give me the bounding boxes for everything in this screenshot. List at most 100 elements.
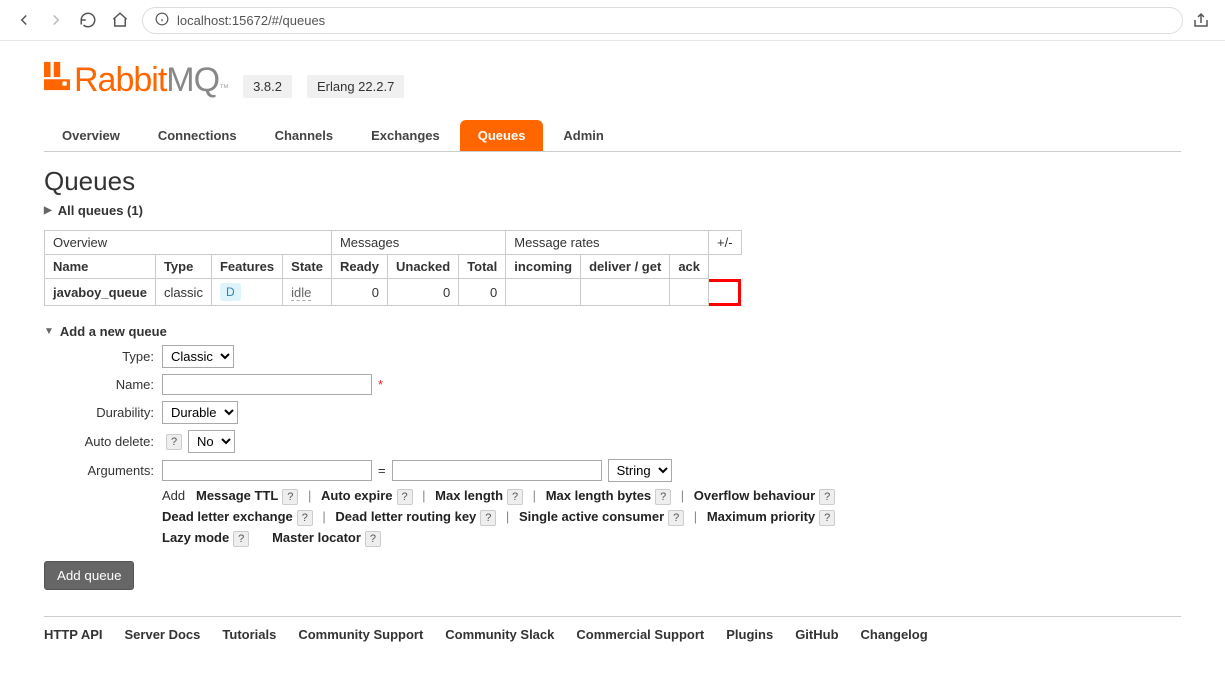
- label-arguments: Arguments:: [44, 463, 154, 478]
- add-queue-header: Add a new queue: [60, 324, 167, 339]
- arg-key-input[interactable]: [162, 460, 372, 481]
- reload-button[interactable]: [74, 6, 102, 34]
- col-deliver[interactable]: deliver / get: [581, 255, 670, 279]
- col-incoming[interactable]: incoming: [506, 255, 581, 279]
- type-select[interactable]: Classic: [162, 345, 234, 368]
- col-type[interactable]: Type: [155, 255, 211, 279]
- group-overview: Overview: [45, 231, 332, 255]
- page-title: Queues: [44, 166, 1181, 197]
- arg-dlrk[interactable]: Dead letter routing key: [335, 509, 476, 524]
- arg-master-locator[interactable]: Master locator: [272, 530, 361, 545]
- forward-button[interactable]: [42, 6, 70, 34]
- arg-type-select[interactable]: String: [608, 459, 672, 482]
- back-button[interactable]: [10, 6, 38, 34]
- help-icon[interactable]: ?: [397, 489, 413, 505]
- help-icon[interactable]: ?: [480, 510, 496, 526]
- queue-incoming: [506, 279, 581, 306]
- help-autodelete[interactable]: ?: [166, 434, 182, 450]
- tab-connections[interactable]: Connections: [140, 120, 255, 151]
- tab-queues[interactable]: Queues: [460, 120, 544, 151]
- help-icon[interactable]: ?: [282, 489, 298, 505]
- footer-changelog[interactable]: Changelog: [861, 627, 928, 642]
- queue-deliver: [581, 279, 670, 306]
- queue-type: classic: [155, 279, 211, 306]
- help-icon[interactable]: ?: [819, 510, 835, 526]
- footer-tutorials[interactable]: Tutorials: [222, 627, 276, 642]
- queue-total: 0: [459, 279, 506, 306]
- col-total[interactable]: Total: [459, 255, 506, 279]
- arg-value-input[interactable]: [392, 460, 602, 481]
- footer-commercial-support[interactable]: Commercial Support: [576, 627, 704, 642]
- footer-community-support[interactable]: Community Support: [298, 627, 423, 642]
- col-state[interactable]: State: [283, 255, 332, 279]
- col-ack[interactable]: ack: [670, 255, 709, 279]
- queue-ack: [670, 279, 709, 306]
- queue-ready: 0: [331, 279, 387, 306]
- label-type: Type:: [44, 349, 154, 364]
- tab-channels[interactable]: Channels: [257, 120, 352, 151]
- help-icon[interactable]: ?: [655, 489, 671, 505]
- arg-single-active[interactable]: Single active consumer: [519, 509, 664, 524]
- add-queue-button[interactable]: Add queue: [44, 561, 134, 590]
- durability-select[interactable]: Durable: [162, 401, 238, 424]
- all-queues-toggle[interactable]: All queues (1): [44, 203, 1181, 218]
- arg-message-ttl[interactable]: Message TTL: [196, 488, 278, 503]
- col-features[interactable]: Features: [211, 255, 282, 279]
- version-badge: 3.8.2: [243, 75, 292, 98]
- main-nav: Overview Connections Channels Exchanges …: [44, 120, 1181, 152]
- arg-overflow[interactable]: Overflow behaviour: [694, 488, 815, 503]
- arg-auto-expire[interactable]: Auto expire: [321, 488, 393, 503]
- col-ready[interactable]: Ready: [331, 255, 387, 279]
- queue-unacked: 0: [387, 279, 458, 306]
- columns-toggle[interactable]: +/-: [709, 231, 742, 255]
- tab-admin[interactable]: Admin: [545, 120, 621, 151]
- durable-badge: D: [220, 283, 241, 301]
- autodelete-select[interactable]: No: [188, 430, 235, 453]
- arg-max-length-bytes[interactable]: Max length bytes: [546, 488, 651, 503]
- label-durability: Durability:: [44, 405, 154, 420]
- all-queues-label: All queues (1): [58, 203, 143, 218]
- arg-add-label: Add: [162, 488, 185, 503]
- help-icon[interactable]: ?: [365, 531, 381, 547]
- col-unacked[interactable]: Unacked: [387, 255, 458, 279]
- help-icon[interactable]: ?: [668, 510, 684, 526]
- footer-server-docs[interactable]: Server Docs: [125, 627, 201, 642]
- help-icon[interactable]: ?: [819, 489, 835, 505]
- tab-overview[interactable]: Overview: [44, 120, 138, 151]
- erlang-badge: Erlang 22.2.7: [307, 75, 404, 98]
- footer-plugins[interactable]: Plugins: [726, 627, 773, 642]
- share-button[interactable]: [1187, 6, 1215, 34]
- footer-github[interactable]: GitHub: [795, 627, 838, 642]
- queue-state: idle: [283, 279, 332, 306]
- add-queue-toggle[interactable]: Add a new queue: [44, 324, 1181, 339]
- arg-max-length[interactable]: Max length: [435, 488, 503, 503]
- col-name[interactable]: Name: [45, 255, 156, 279]
- url-text: localhost:15672/#/queues: [177, 13, 325, 28]
- queue-features: D: [211, 279, 282, 306]
- chevron-right-icon: [44, 205, 52, 216]
- footer-community-slack[interactable]: Community Slack: [445, 627, 554, 642]
- label-name: Name:: [44, 377, 154, 392]
- queue-row: javaboy_queue classic D idle 0 0 0: [45, 279, 742, 306]
- arg-dlx[interactable]: Dead letter exchange: [162, 509, 293, 524]
- queue-name-link[interactable]: javaboy_queue: [45, 279, 156, 306]
- queues-table: Overview Messages Message rates +/- Name…: [44, 230, 742, 306]
- help-icon[interactable]: ?: [233, 531, 249, 547]
- group-rates: Message rates: [506, 231, 709, 255]
- footer-links: HTTP API Server Docs Tutorials Community…: [44, 616, 1181, 642]
- arg-lazy[interactable]: Lazy mode: [162, 530, 229, 545]
- name-input[interactable]: [162, 374, 372, 395]
- rabbitmq-logo: RabbitMQ™: [44, 61, 228, 100]
- home-button[interactable]: [106, 6, 134, 34]
- help-icon[interactable]: ?: [297, 510, 313, 526]
- arg-max-priority[interactable]: Maximum priority: [707, 509, 815, 524]
- required-asterisk: *: [378, 377, 383, 392]
- help-icon[interactable]: ?: [507, 489, 523, 505]
- tab-exchanges[interactable]: Exchanges: [353, 120, 458, 151]
- arg-equals: =: [378, 463, 386, 478]
- footer-http-api[interactable]: HTTP API: [44, 627, 103, 642]
- address-bar[interactable]: localhost:15672/#/queues: [142, 7, 1183, 34]
- chevron-down-icon: [44, 326, 54, 337]
- site-info-icon: [155, 12, 169, 29]
- group-messages: Messages: [331, 231, 505, 255]
